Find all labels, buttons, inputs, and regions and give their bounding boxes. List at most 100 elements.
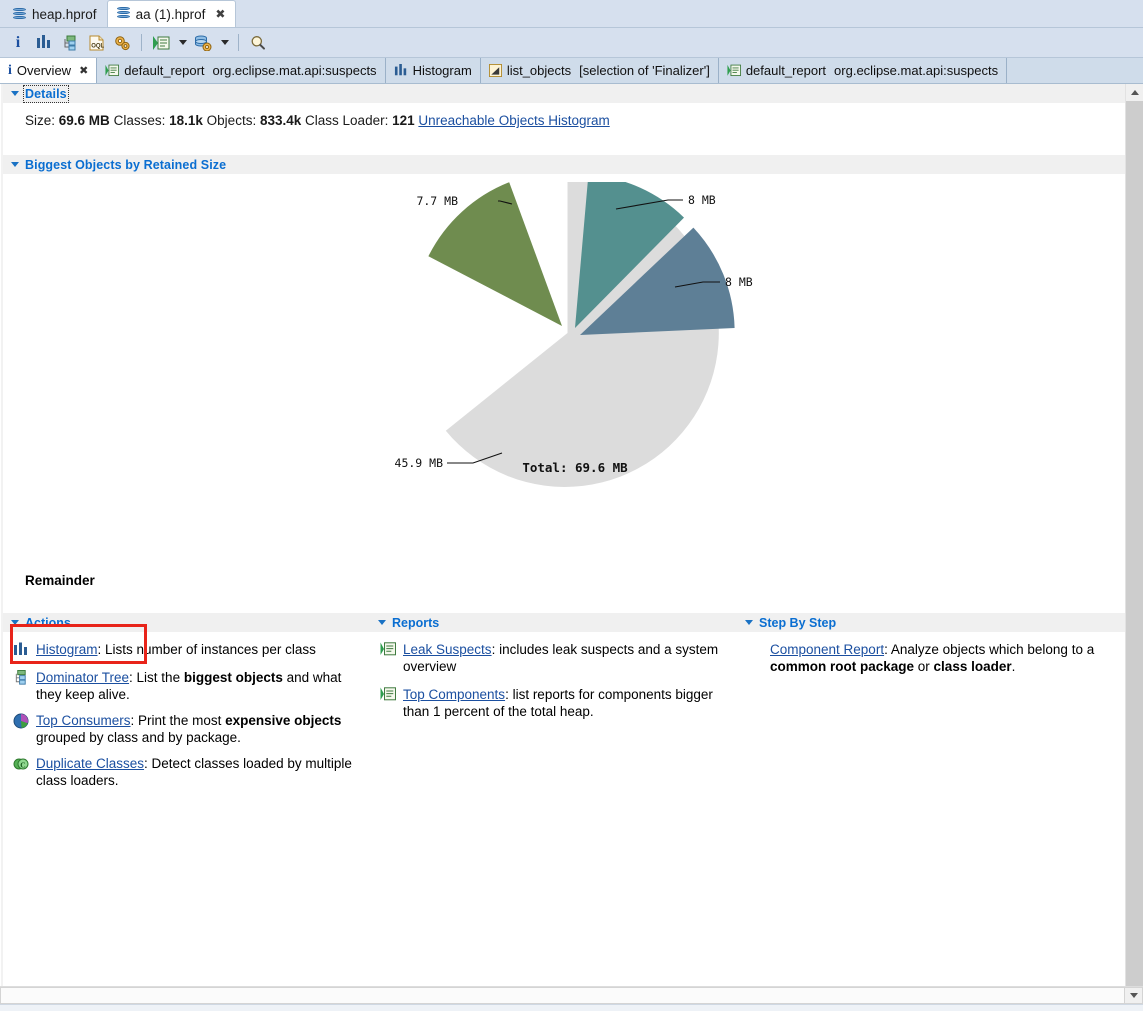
action-item-dominator-tree[interactable]: Dominator Tree: List the biggest objects… xyxy=(13,669,356,703)
action-desc: : Lists number of instances per class xyxy=(97,642,316,657)
tab-suffix: org.eclipse.mat.api:suspects xyxy=(834,63,999,78)
report-icon xyxy=(380,687,396,703)
report-text: Leak Suspects: includes leak suspects an… xyxy=(403,641,723,675)
caret-down-icon xyxy=(1129,993,1138,998)
duplicate-classes-link[interactable]: Duplicate Classes xyxy=(36,756,144,771)
info-i-icon: i xyxy=(15,33,21,51)
pie-label-remainder: 45.9 MB xyxy=(395,456,444,470)
section-header-reports[interactable]: Reports xyxy=(370,613,737,632)
top-consumers-link[interactable]: Top Consumers xyxy=(36,713,131,728)
remainder-label: Remainder xyxy=(25,573,95,588)
pie-chart-svg: 7.7 MB 8 MB 8 MB 45.9 MB Total: 69.6 MB xyxy=(395,182,753,487)
svg-text:OQL: OQL xyxy=(91,43,104,49)
tab-default-report-suspects-2[interactable]: default_report org.eclipse.mat.api:suspe… xyxy=(718,58,1008,83)
collapse-triangle-icon[interactable] xyxy=(11,620,19,625)
report-item-leak-suspects[interactable]: Leak Suspects: includes leak suspects an… xyxy=(380,641,723,675)
database-icon xyxy=(116,7,130,21)
component-report-link[interactable]: Component Report xyxy=(770,642,884,657)
vertical-scroll-track[interactable] xyxy=(1126,101,1143,986)
heap-dump-overview-button[interactable]: i xyxy=(6,31,30,54)
toolbar: i OQL xyxy=(0,28,1143,58)
tab-list-objects[interactable]: list_objects [selection of 'Finalizer'] xyxy=(480,58,719,83)
calculate-retained-size-button[interactable] xyxy=(110,31,134,54)
pie-label-green: 7.7 MB xyxy=(416,194,458,208)
collapse-triangle-icon[interactable] xyxy=(378,620,386,625)
section-header-step-by-step[interactable]: Step By Step xyxy=(737,613,1125,632)
editor-tab-heap-hprof[interactable]: heap.hprof xyxy=(4,2,107,27)
action-item-duplicate-classes[interactable]: C Duplicate Classes: Detect classes load… xyxy=(13,755,356,789)
step-item-component-report[interactable]: Component Report: Analyze objects which … xyxy=(747,641,1111,675)
status-bar xyxy=(0,1004,1143,1011)
view-tab-strip: i Overview ✖ default_report org.eclipse.… xyxy=(0,58,1143,84)
tab-label: list_objects xyxy=(506,63,572,78)
list-objects-icon xyxy=(488,64,502,77)
close-icon[interactable]: ✖ xyxy=(79,64,88,77)
objects-label: Objects: xyxy=(206,113,257,128)
horizontal-scrollbar[interactable] xyxy=(0,986,1143,1004)
action-item-top-consumers[interactable]: Top Consumers: Print the most expensive … xyxy=(13,712,356,746)
section-header-actions[interactable]: Actions xyxy=(3,613,370,632)
histogram-link[interactable]: Histogram xyxy=(36,642,98,657)
tab-histogram[interactable]: Histogram xyxy=(385,58,481,83)
dominator-tree-button[interactable] xyxy=(58,31,82,54)
step-desc-a: : Analyze objects which belong to a xyxy=(884,642,1095,657)
step-text: Component Report: Analyze objects which … xyxy=(770,641,1111,675)
step-desc-b: or xyxy=(914,659,934,674)
horizontal-scroll-track[interactable] xyxy=(0,987,1124,1004)
query-browser-button[interactable] xyxy=(191,31,215,54)
top-components-link[interactable]: Top Components xyxy=(403,687,505,702)
section-header-details[interactable]: Details xyxy=(3,84,1125,103)
actions-list: Histogram: Lists number of instances per… xyxy=(3,632,370,789)
info-i-icon: i xyxy=(8,62,12,78)
unreachable-objects-histogram-link[interactable]: Unreachable Objects Histogram xyxy=(418,113,609,128)
tab-overview[interactable]: i Overview ✖ xyxy=(0,58,98,83)
section-title: Step By Step xyxy=(759,615,837,630)
action-item-histogram[interactable]: Histogram: Lists number of instances per… xyxy=(13,641,356,658)
magnifier-icon xyxy=(251,35,265,50)
collapse-triangle-icon[interactable] xyxy=(11,91,19,96)
reports-list: Leak Suspects: includes leak suspects an… xyxy=(370,632,737,720)
action-desc-b: grouped by class and by package. xyxy=(36,730,241,745)
report-item-top-components[interactable]: Top Components: list reports for compone… xyxy=(380,686,723,720)
top-consumers-pie-icon xyxy=(13,713,29,729)
query-browser-dropdown[interactable] xyxy=(217,31,231,54)
details-summary-line: Size: 69.6 MB Classes: 18.1k Objects: 83… xyxy=(3,103,1125,128)
pie-label-slate: 8 MB xyxy=(725,275,753,289)
section-header-biggest-objects[interactable]: Biggest Objects by Retained Size xyxy=(3,155,1125,174)
section-title: Actions xyxy=(25,615,71,630)
overview-page: Details Size: 69.6 MB Classes: 18.1k Obj… xyxy=(0,84,1143,986)
classes-label: Classes: xyxy=(113,113,166,128)
histogram-button[interactable] xyxy=(32,31,56,54)
run-report-dropdown[interactable] xyxy=(175,31,189,54)
pie-total-label: Total: 69.6 MB xyxy=(522,460,628,475)
report-text: Top Components: list reports for compone… xyxy=(403,686,723,720)
step-by-step-list: Component Report: Analyze objects which … xyxy=(737,632,1125,675)
report-icon xyxy=(105,64,120,77)
retained-size-pie-chart: 7.7 MB 8 MB 8 MB 45.9 MB Total: 69.6 MB xyxy=(3,182,1125,492)
vertical-scrollbar[interactable] xyxy=(1125,84,1143,986)
overview-content: Details Size: 69.6 MB Classes: 18.1k Obj… xyxy=(1,84,1125,986)
collapse-triangle-icon[interactable] xyxy=(745,620,753,625)
pie-label-teal: 8 MB xyxy=(688,193,716,207)
gears-icon xyxy=(114,35,130,50)
action-text: Dominator Tree: List the biggest objects… xyxy=(36,669,356,703)
find-button[interactable] xyxy=(246,31,270,54)
step-desc-bold1: common root package xyxy=(770,659,915,674)
editor-tab-strip: heap.hprof aa (1).hprof ✖ xyxy=(0,0,1143,28)
size-label: Size: xyxy=(25,113,56,128)
oql-button[interactable]: OQL xyxy=(84,31,108,54)
collapse-triangle-icon[interactable] xyxy=(11,162,19,167)
action-desc-a: : List the xyxy=(129,670,184,685)
run-report-button[interactable] xyxy=(149,31,173,54)
leak-suspects-link[interactable]: Leak Suspects xyxy=(403,642,492,657)
scroll-down-button[interactable] xyxy=(1124,987,1143,1004)
dominator-tree-link[interactable]: Dominator Tree xyxy=(36,670,129,685)
chevron-down-icon xyxy=(179,40,187,45)
tab-default-report-suspects-1[interactable]: default_report org.eclipse.mat.api:suspe… xyxy=(97,58,386,83)
scroll-up-button[interactable] xyxy=(1126,84,1143,101)
oql-document-icon: OQL xyxy=(89,35,104,50)
editor-tab-aa-1-hprof[interactable]: aa (1).hprof ✖ xyxy=(106,0,237,27)
close-icon[interactable]: ✖ xyxy=(215,7,225,21)
editor-tab-label: heap.hprof xyxy=(32,7,97,22)
tab-suffix: org.eclipse.mat.api:suspects xyxy=(212,63,377,78)
